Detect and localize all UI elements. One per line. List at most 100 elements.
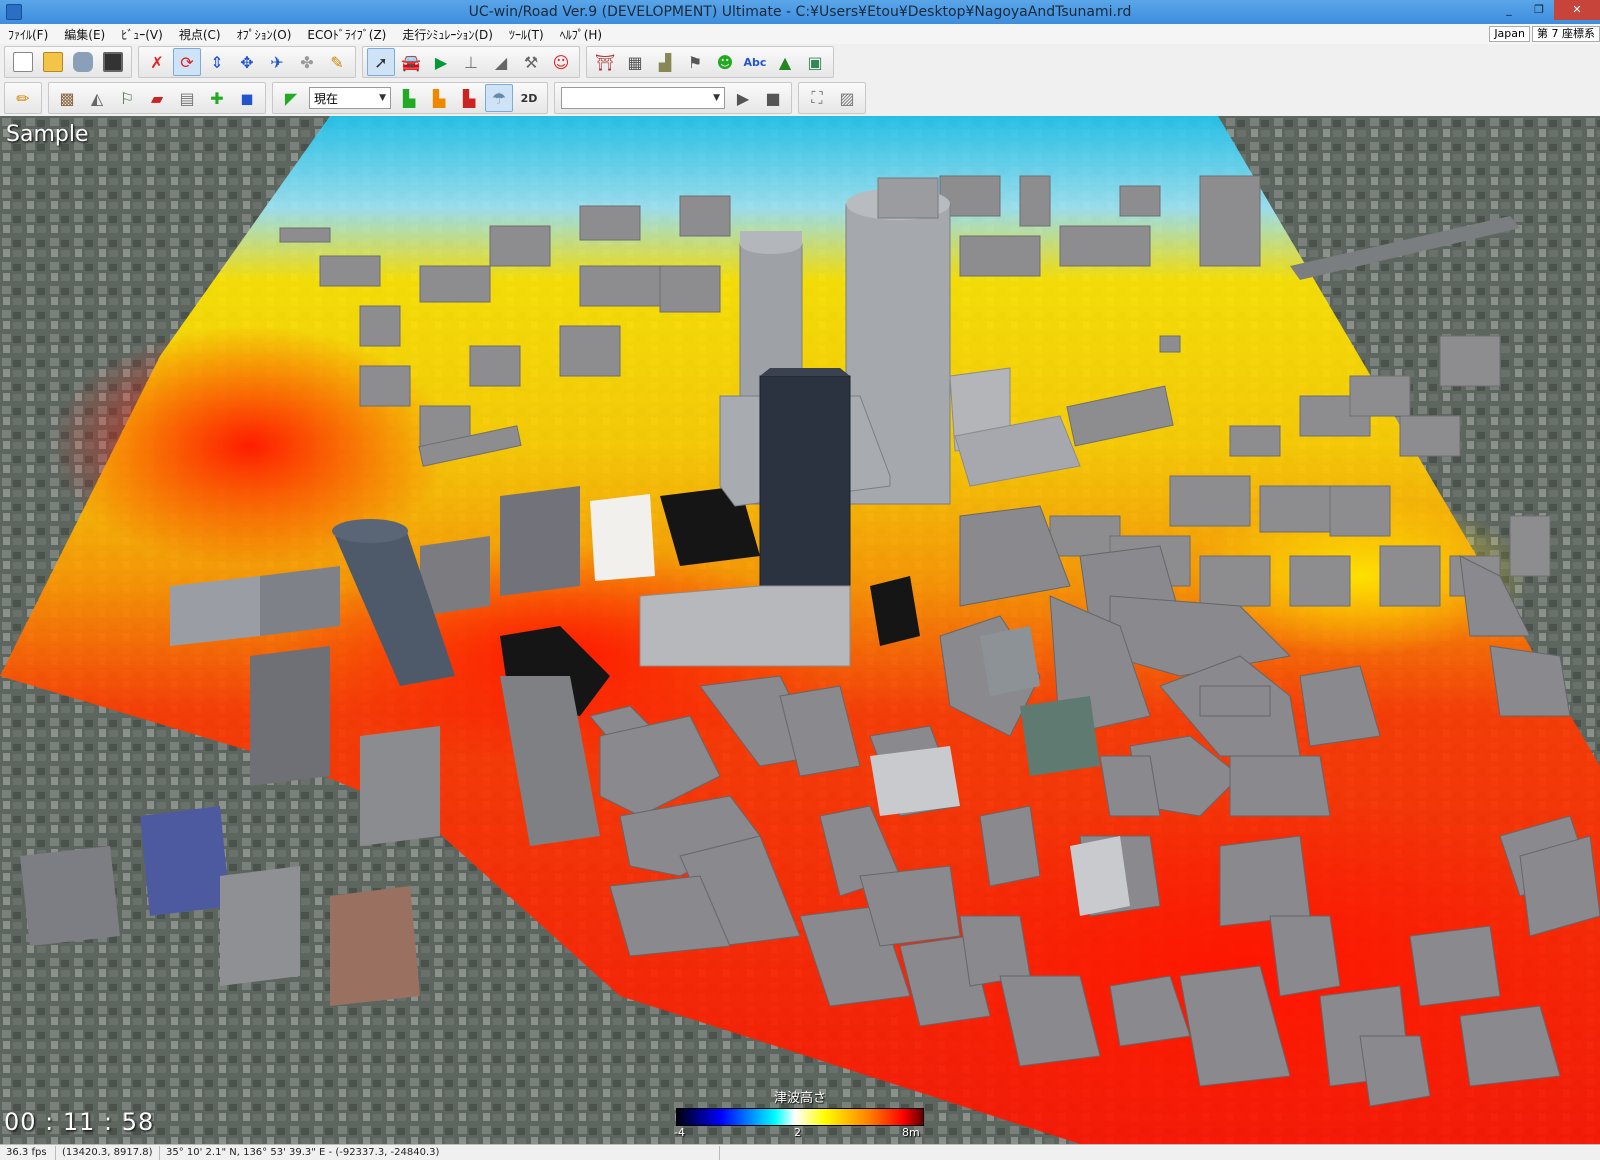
edit-tool-button[interactable]: ✏ [9, 84, 37, 112]
document-icon: ▤ [179, 88, 195, 108]
time-of-day-button[interactable]: ◤ [277, 84, 305, 112]
structure-button[interactable]: ⚒ [517, 48, 545, 76]
fps-readout: 36.3 fps [0, 1145, 56, 1160]
text-button[interactable]: Abc [741, 48, 769, 76]
arrow-updown-icon: ⇕ [210, 52, 224, 72]
cross-arrows-icon: ✥ [240, 52, 254, 72]
building-button[interactable]: ▟ [651, 48, 679, 76]
car-view-button[interactable]: 🚘 [397, 48, 425, 76]
menu-tools[interactable]: ﾂｰﾙ(T) [501, 26, 552, 43]
menu-options[interactable]: ｵﾌﾟｼｮﾝ(O) [229, 26, 300, 43]
bridge-button[interactable]: ⛩ [591, 48, 619, 76]
scene-label: Sample [6, 122, 89, 147]
play-button[interactable]: ▶ [729, 84, 757, 112]
cube-icon: ◼ [240, 88, 254, 108]
file-toolbar-group [4, 46, 132, 78]
menu-camera[interactable]: 視点(C) [171, 26, 229, 43]
view-2d-label: 2D [520, 91, 538, 105]
legend-ticks: -4 2 8m [674, 1126, 924, 1140]
capture-button[interactable]: ⛶ [803, 84, 831, 112]
restore-button[interactable]: ❐ [1524, 0, 1554, 20]
bridge-icon: ⛩ [594, 52, 616, 72]
bar-chart-orange-icon: ▙ [432, 88, 446, 108]
road-edit-icon: ✗ [150, 52, 164, 72]
bar-chart-red-icon: ▙ [462, 88, 476, 108]
add-model-icon: ✚ [210, 88, 224, 108]
menu-edit[interactable]: 編集(E) [56, 26, 113, 43]
tunnel-button[interactable]: ◭ [83, 84, 111, 112]
grid-icon: ▦ [627, 52, 643, 72]
screen-button[interactable]: ▣ [801, 48, 829, 76]
close-button[interactable]: ✕ [1554, 0, 1600, 20]
play-route-button[interactable]: ▶ [427, 48, 455, 76]
move-vertical-button[interactable]: ⇕ [203, 48, 231, 76]
capture-icon: ⛶ [811, 88, 823, 107]
walk-button[interactable]: ✤ [293, 48, 321, 76]
chart-orange-button[interactable]: ▙ [425, 84, 453, 112]
rotate-view-button[interactable]: ⟳ [173, 48, 201, 76]
menu-bar: ﾌｧｲﾙ(F) 編集(E) ﾋﾞｭｰ(V) 視点(C) ｵﾌﾟｼｮﾝ(O) EC… [0, 24, 1600, 44]
plane-icon: ✈ [270, 52, 284, 72]
screen-icon: ▣ [807, 52, 823, 72]
coord-system-badge[interactable]: 第 7 座標系 [1532, 26, 1600, 42]
window-title: UC-win/Road Ver.9 (DEVELOPMENT) Ultimate… [468, 4, 1132, 20]
measure-button[interactable]: ✎ [323, 48, 351, 76]
add-model-button[interactable]: ✚ [203, 84, 231, 112]
pencil-icon: ✏ [16, 88, 30, 108]
chart-green-button[interactable]: ▙ [395, 84, 423, 112]
rain-cloud-icon: ☂ [491, 88, 507, 108]
signpost-button[interactable]: ⚐ [113, 84, 141, 112]
view-2d-button[interactable]: 2D [515, 84, 543, 112]
time-select[interactable]: 現在 ▼ [309, 87, 391, 109]
road-edit-button[interactable]: ✗ [143, 48, 171, 76]
document-button[interactable]: ▤ [173, 84, 201, 112]
database-button[interactable] [69, 48, 97, 76]
export-button[interactable]: ▨ [833, 84, 861, 112]
move-plane-button[interactable]: ✥ [233, 48, 261, 76]
legend-color-bar [676, 1108, 924, 1126]
open-folder-button[interactable] [39, 48, 67, 76]
weather-button[interactable]: ☂ [485, 84, 513, 112]
crossing-button[interactable]: ⊥ [457, 48, 485, 76]
status-bar: 36.3 fps (13420.3, 8917.8) 35° 10' 2.1" … [0, 1144, 1600, 1160]
road-sign-icon: ⚑ [687, 52, 703, 72]
select-pointer-button[interactable]: ➚ [367, 48, 395, 76]
menu-file[interactable]: ﾌｧｲﾙ(F) [0, 26, 56, 43]
crossing-icon: ⊥ [464, 52, 478, 72]
region-badge[interactable]: Japan [1489, 26, 1530, 42]
stop-button[interactable]: ■ [759, 84, 787, 112]
menu-help[interactable]: ﾍﾙﾌﾟ(H) [552, 26, 610, 43]
geo-coordinates: 35° 10' 2.1" N, 136° 53' 39.3" E - (-923… [160, 1145, 720, 1160]
menu-view[interactable]: ﾋﾞｭｰ(V) [113, 26, 171, 43]
secondary-toolbar: ✏ ▩ ◭ ⚐ ▰ ▤ ✚ ◼ ◤ 現在 ▼ ▙ ▙ ▙ ☂ 2D ▼ ▶ ■ … [0, 80, 920, 116]
playback-toolbar-group: ▼ ▶ ■ [554, 82, 792, 114]
vehicle-button[interactable]: ◢ [487, 48, 515, 76]
menu-driving-simulation[interactable]: 走行ｼﾐｭﾚｰｼｮﾝ(D) [394, 26, 501, 43]
save-button[interactable] [99, 48, 127, 76]
cube-button[interactable]: ◼ [233, 84, 261, 112]
fly-button[interactable]: ✈ [263, 48, 291, 76]
3d-viewport[interactable]: Sample 00 : 11 : 58 津波高さ -4 2 8m [0, 116, 1600, 1144]
rotate-icon: ⟳ [180, 52, 194, 72]
road-sign-button[interactable]: ⚑ [681, 48, 709, 76]
simulation-clock: 00 : 11 : 58 [4, 1108, 155, 1136]
trees-button[interactable]: ▲ [771, 48, 799, 76]
save-icon [103, 52, 123, 72]
time-select-value: 現在 [314, 91, 339, 106]
menu-eco-drive[interactable]: ECOﾄﾞﾗｲﾌﾞ(Z) [299, 26, 394, 43]
minimize-button[interactable]: _ [1494, 0, 1524, 20]
app-icon [6, 4, 22, 20]
terrain-button[interactable]: ▩ [53, 84, 81, 112]
chart-red-button[interactable]: ▙ [455, 84, 483, 112]
walk-icon: ✤ [300, 52, 314, 72]
play-icon: ▶ [736, 88, 750, 108]
person-button[interactable]: ☺ [547, 48, 575, 76]
selection-toolbar-group: ➚ 🚘 ▶ ⊥ ◢ ⚒ ☺ [362, 46, 580, 78]
person-icon: ☺ [552, 52, 570, 72]
grid-button[interactable]: ▦ [621, 48, 649, 76]
traffic-button[interactable]: ▰ [143, 84, 171, 112]
scenario-select[interactable]: ▼ [561, 87, 725, 109]
stop-icon: ■ [765, 88, 781, 108]
new-file-button[interactable] [9, 48, 37, 76]
people-button[interactable]: ☻ [711, 48, 739, 76]
